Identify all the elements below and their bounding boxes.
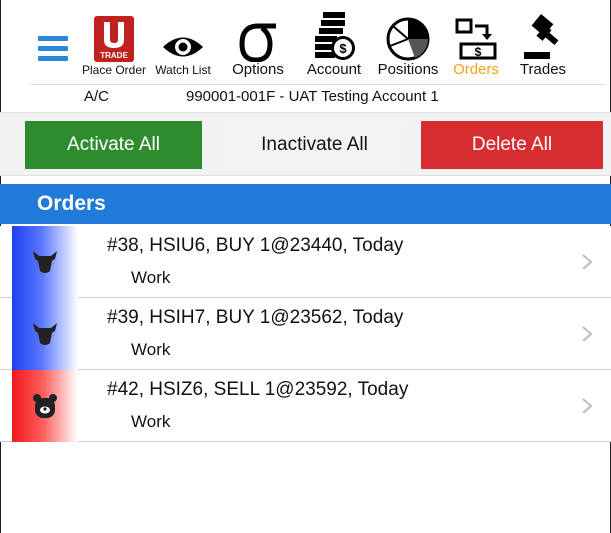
order-status: Work	[131, 340, 171, 359]
sell-side-indicator	[12, 370, 78, 442]
gavel-icon	[524, 14, 559, 59]
pie-chart-icon	[386, 17, 430, 61]
top-toolbar: TRADE Place Order Watch List Options $ A…	[30, 6, 605, 84]
account-value: 990001-001F - UAT Testing Account 1	[186, 88, 439, 105]
toolbar-label-place-order: Place Order	[81, 63, 147, 77]
bull-icon	[33, 251, 57, 273]
utrade-logo-icon: TRADE	[94, 16, 134, 62]
toolbar-item-options[interactable]: Options	[225, 6, 291, 78]
buy-side-indicator	[12, 226, 78, 298]
order-status: Work	[131, 268, 171, 287]
account-row[interactable]: A/C 990001-001F - UAT Testing Account 1	[30, 84, 605, 106]
toolbar-item-positions[interactable]: Positions	[372, 6, 444, 78]
toolbar-label-orders: Orders	[453, 61, 499, 78]
coins-icon: $	[315, 12, 355, 60]
order-row[interactable]: #42, HSIZ6, SELL 1@23592, Today Work	[0, 370, 611, 442]
activate-all-button[interactable]: Activate All	[25, 121, 202, 169]
toolbar-label-trades: Trades	[519, 61, 567, 78]
toolbar-item-orders[interactable]: $ Orders	[448, 6, 504, 78]
toolbar-label-positions: Positions	[377, 61, 439, 78]
svg-text:$: $	[339, 41, 347, 56]
bear-icon	[33, 394, 57, 418]
buy-side-indicator	[12, 298, 78, 370]
orders-header: Orders	[0, 184, 611, 224]
toolbar-label-options: Options	[232, 61, 284, 78]
order-row[interactable]: #38, HSIU6, BUY 1@23440, Today Work	[0, 226, 611, 298]
order-status: Work	[131, 412, 171, 431]
toolbar-item-account[interactable]: $ Account	[300, 6, 368, 78]
chevron-right-icon	[582, 326, 593, 342]
svg-text:$: $	[475, 45, 482, 59]
order-title: #39, HSIH7, BUY 1@23562, Today	[107, 307, 404, 328]
orders-icon: $	[455, 18, 497, 60]
toolbar-item-trades[interactable]: Trades	[512, 6, 574, 78]
toolbar-item-watch-list[interactable]: Watch List	[153, 6, 213, 78]
svg-text:TRADE: TRADE	[100, 51, 128, 60]
eye-icon	[163, 37, 203, 57]
chevron-right-icon	[582, 254, 593, 270]
delete-all-button[interactable]: Delete All	[421, 121, 603, 169]
toolbar-label-watch-list: Watch List	[155, 63, 211, 77]
chevron-right-icon	[582, 398, 593, 414]
toolbar-label-account: Account	[306, 61, 362, 78]
inactivate-all-button[interactable]: Inactivate All	[224, 121, 405, 169]
account-label: A/C	[84, 88, 110, 105]
order-title: #38, HSIU6, BUY 1@23440, Today	[107, 235, 404, 256]
action-buttons: Activate All Inactivate All Delete All	[0, 112, 611, 176]
order-row[interactable]: #39, HSIH7, BUY 1@23562, Today Work	[0, 298, 611, 370]
bull-icon	[33, 323, 57, 345]
sigma-icon	[239, 23, 276, 62]
order-title: #42, HSIZ6, SELL 1@23592, Today	[107, 379, 409, 400]
toolbar-item-place-order[interactable]: TRADE Place Order	[78, 6, 150, 78]
